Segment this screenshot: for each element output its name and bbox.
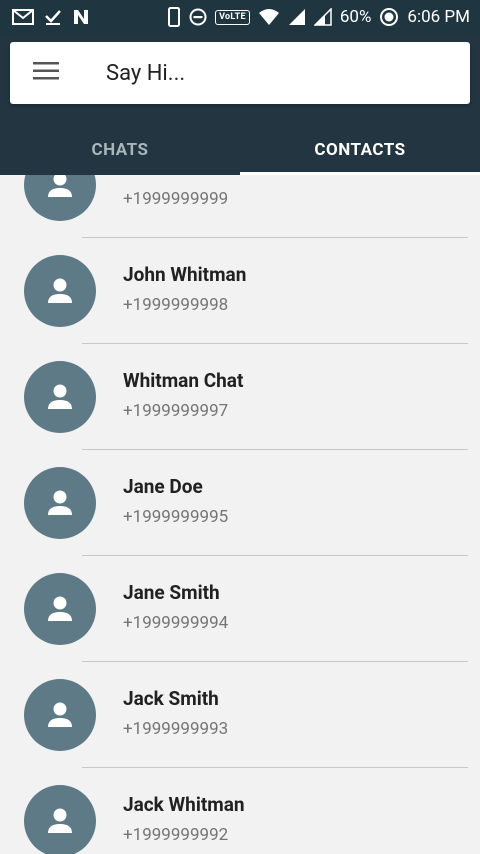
n-app-icon bbox=[72, 8, 90, 26]
hamburger-menu-icon bbox=[33, 62, 59, 84]
battery-icon bbox=[379, 7, 399, 27]
dnd-icon bbox=[189, 8, 207, 26]
contact-phone: +1999999992 bbox=[123, 825, 229, 845]
avatar bbox=[24, 467, 96, 539]
tab-chats[interactable]: CHATS bbox=[0, 124, 240, 175]
tab-contacts[interactable]: CONTACTS bbox=[240, 124, 480, 175]
contact-list-inner: +1999999999 John Whitman +1999999998 Whi… bbox=[0, 175, 480, 854]
contact-name: Jane Doe bbox=[123, 475, 203, 498]
contact-item[interactable]: Whitman Chat +1999999997 bbox=[0, 344, 480, 450]
search-bar[interactable]: Say Hi... bbox=[10, 42, 470, 104]
contact-item[interactable]: +1999999999 bbox=[0, 175, 480, 238]
download-done-icon bbox=[44, 8, 62, 26]
gmail-icon bbox=[12, 9, 34, 25]
contact-item[interactable]: Jack Whitman +1999999992 bbox=[0, 768, 480, 854]
status-right: VoLTE 60% 6:06 PM bbox=[167, 7, 470, 27]
volte-icon: VoLTE bbox=[215, 9, 250, 25]
person-icon bbox=[48, 490, 72, 515]
person-icon bbox=[48, 702, 72, 727]
search-input[interactable]: Say Hi... bbox=[82, 61, 185, 86]
wifi-icon bbox=[258, 8, 280, 26]
contact-item[interactable]: John Whitman +1999999998 bbox=[0, 238, 480, 344]
contact-item[interactable]: Jane Smith +1999999994 bbox=[0, 556, 480, 662]
signal-icon bbox=[288, 8, 306, 26]
contact-name: Whitman Chat bbox=[123, 369, 244, 392]
contact-phone: +1999999999 bbox=[123, 189, 229, 209]
person-icon bbox=[48, 175, 72, 197]
contact-name: John Whitman bbox=[123, 263, 247, 286]
app-header: Say Hi... CHATS CONTACTS bbox=[0, 34, 480, 175]
person-icon bbox=[48, 278, 72, 303]
contact-phone: +1999999998 bbox=[123, 295, 229, 315]
avatar bbox=[24, 679, 96, 751]
battery-percent: 60% bbox=[339, 7, 372, 27]
contact-item[interactable]: Jane Doe +1999999995 bbox=[0, 450, 480, 556]
status-left bbox=[12, 8, 90, 26]
contact-name: Jack Smith bbox=[123, 687, 219, 710]
avatar bbox=[24, 785, 96, 854]
person-icon bbox=[48, 384, 72, 409]
status-time: 6:06 PM bbox=[407, 7, 470, 27]
contact-name: Jane Smith bbox=[123, 581, 220, 604]
tab-bar: CHATS CONTACTS bbox=[0, 124, 480, 175]
person-icon bbox=[48, 596, 72, 621]
contact-phone: +1999999995 bbox=[123, 507, 229, 527]
contact-item[interactable]: Jack Smith +1999999993 bbox=[0, 662, 480, 768]
contact-phone: +1999999994 bbox=[123, 613, 229, 633]
contact-list[interactable]: +1999999999 John Whitman +1999999998 Whi… bbox=[0, 175, 480, 854]
signal-icon-2 bbox=[313, 8, 332, 26]
avatar bbox=[24, 573, 96, 645]
vibrate-icon bbox=[167, 7, 181, 27]
avatar bbox=[24, 255, 96, 327]
contact-name: Jack Whitman bbox=[123, 793, 245, 816]
app-root: VoLTE 60% 6:06 PM Say Hi... CHATS CONTAC… bbox=[0, 0, 480, 854]
menu-button[interactable] bbox=[10, 42, 82, 104]
contact-phone: +1999999993 bbox=[123, 719, 229, 739]
person-icon bbox=[48, 808, 72, 833]
avatar bbox=[24, 361, 96, 433]
avatar bbox=[24, 175, 96, 221]
status-bar: VoLTE 60% 6:06 PM bbox=[0, 0, 480, 34]
contact-phone: +1999999997 bbox=[123, 401, 229, 421]
